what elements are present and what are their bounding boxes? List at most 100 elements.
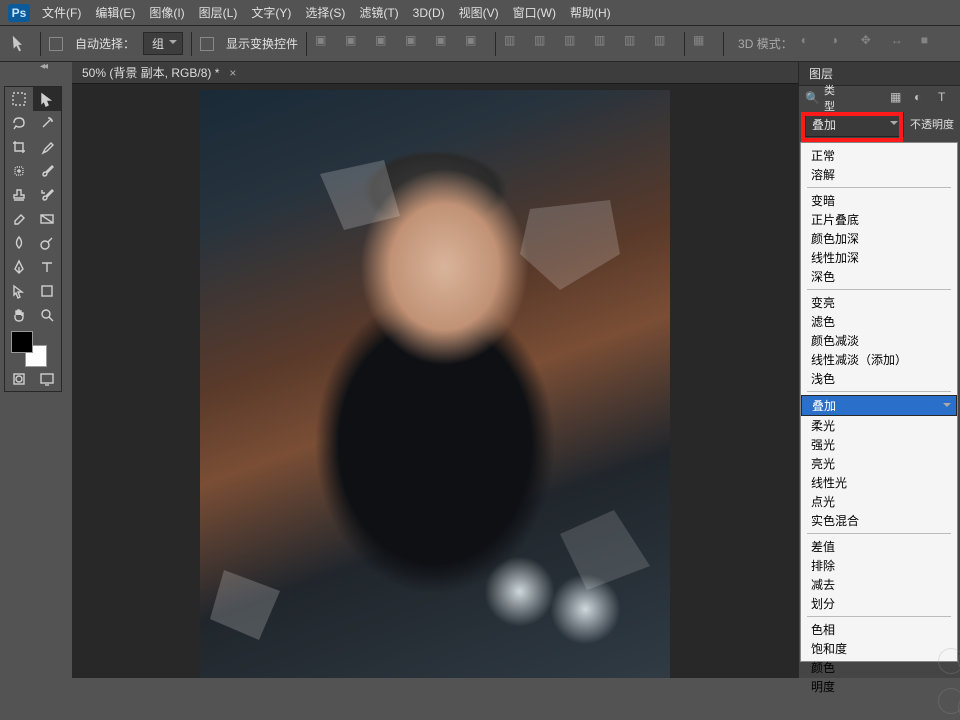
3d-orbit-icon[interactable]: ◐ [801, 33, 823, 55]
tool-marquee[interactable] [5, 87, 33, 111]
blend-option[interactable]: 变暗 [801, 191, 957, 210]
menu-text[interactable]: 文字(Y) [251, 4, 291, 21]
tool-history-brush[interactable] [33, 183, 61, 207]
blend-option[interactable]: 排除 [801, 556, 957, 575]
auto-select-dropdown[interactable]: 组 [143, 32, 183, 55]
blend-option[interactable]: 颜色 [801, 658, 957, 677]
tool-stamp[interactable] [5, 183, 33, 207]
menu-window[interactable]: 窗口(W) [513, 4, 556, 21]
blend-option[interactable]: 划分 [801, 594, 957, 613]
blend-option[interactable]: 明度 [801, 677, 957, 696]
document-tab[interactable]: 50% (背景 副本, RGB/8) * [82, 64, 219, 81]
blend-option[interactable]: 亮光 [801, 454, 957, 473]
3d-slide-icon[interactable]: ↔ [891, 33, 913, 55]
blend-option[interactable]: 浅色 [801, 369, 957, 388]
tool-pen[interactable] [5, 255, 33, 279]
tool-dodge[interactable] [33, 231, 61, 255]
blend-mode-dropdown[interactable]: 叠加 [805, 112, 904, 137]
tool-blur[interactable] [5, 231, 33, 255]
align-middle-icon[interactable]: ▣ [345, 33, 367, 55]
blend-option[interactable]: 点光 [801, 492, 957, 511]
opacity-label: 不透明度 [910, 116, 954, 132]
tool-type[interactable] [33, 255, 61, 279]
align-top-icon[interactable]: ▣ [315, 33, 337, 55]
blend-option[interactable]: 正片叠底 [801, 210, 957, 229]
tool-lasso[interactable] [5, 111, 33, 135]
tool-zoom[interactable] [33, 303, 61, 327]
blend-option[interactable]: 实色混合 [801, 511, 957, 530]
tool-move[interactable] [33, 87, 61, 111]
3d-pan-icon[interactable]: ✥ [861, 33, 883, 55]
filter-type-icon[interactable]: T [938, 90, 954, 106]
tool-shape[interactable] [33, 279, 61, 303]
align-bottom-icon[interactable]: ▣ [375, 33, 397, 55]
distribute-2-icon[interactable]: ▥ [534, 33, 556, 55]
align-right-icon[interactable]: ▣ [465, 33, 487, 55]
distribute-4-icon[interactable]: ▥ [594, 33, 616, 55]
menu-file[interactable]: 文件(F) [42, 4, 81, 21]
menu-edit[interactable]: 编辑(E) [95, 4, 135, 21]
menu-3d[interactable]: 3D(D) [413, 6, 445, 20]
blend-option[interactable]: 颜色加深 [801, 229, 957, 248]
menu-help[interactable]: 帮助(H) [570, 4, 611, 21]
blend-option[interactable]: 叠加 [801, 395, 957, 416]
auto-select-checkbox[interactable] [49, 37, 63, 51]
tool-gradient[interactable] [33, 207, 61, 231]
auto-select-label: 自动选择： [75, 35, 135, 52]
align-center-icon[interactable]: ▣ [435, 33, 457, 55]
canvas-viewport[interactable] [72, 84, 798, 678]
show-transform-checkbox[interactable] [200, 37, 214, 51]
blend-mode-list[interactable]: 正常溶解变暗正片叠底颜色加深线性加深深色变亮滤色颜色减淡线性减淡（添加）浅色叠加… [800, 142, 958, 662]
blend-option[interactable]: 线性光 [801, 473, 957, 492]
blend-option[interactable]: 线性减淡（添加） [801, 350, 957, 369]
tool-eyedropper[interactable] [33, 135, 61, 159]
blend-option[interactable]: 减去 [801, 575, 957, 594]
blend-option[interactable]: 溶解 [801, 165, 957, 184]
close-tab-icon[interactable]: × [229, 66, 236, 80]
show-transform-label: 显示变换控件 [226, 35, 298, 52]
3d-zoom-icon[interactable]: ■ [921, 33, 943, 55]
align-left-icon[interactable]: ▣ [405, 33, 427, 55]
blend-option[interactable]: 差值 [801, 537, 957, 556]
collapse-arrows-icon[interactable]: ◂◂ [40, 61, 46, 72]
blend-option[interactable]: 线性加深 [801, 248, 957, 267]
separator [684, 32, 685, 56]
blend-option[interactable]: 正常 [801, 146, 957, 165]
blend-option[interactable]: 柔光 [801, 416, 957, 435]
distribute-1-icon[interactable]: ▥ [504, 33, 526, 55]
foreground-color-swatch[interactable] [11, 331, 33, 353]
tool-screen-mode[interactable] [33, 367, 61, 391]
auto-align-icon[interactable]: ▦ [693, 33, 715, 55]
tool-quick-mask[interactable] [5, 367, 33, 391]
blend-option[interactable]: 颜色减淡 [801, 331, 957, 350]
tool-eraser[interactable] [5, 207, 33, 231]
blend-option[interactable]: 变亮 [801, 293, 957, 312]
blend-option[interactable]: 饱和度 [801, 639, 957, 658]
distribute-3-icon[interactable]: ▥ [564, 33, 586, 55]
blend-option[interactable]: 强光 [801, 435, 957, 454]
distribute-5-icon[interactable]: ▥ [624, 33, 646, 55]
menu-layer[interactable]: 图层(L) [199, 4, 238, 21]
options-bar: 自动选择： 组 显示变换控件 ▣ ▣ ▣ ▣ ▣ ▣ ▥ ▥ ▥ ▥ ▥ ▥ ▦… [0, 26, 960, 62]
menu-view[interactable]: 视图(V) [459, 4, 499, 21]
filter-adjust-icon[interactable]: ◐ [914, 90, 930, 106]
3d-roll-icon[interactable]: ◑ [831, 33, 853, 55]
tool-path-select[interactable] [5, 279, 33, 303]
tool-healing[interactable] [5, 159, 33, 183]
distribute-6-icon[interactable]: ▥ [654, 33, 676, 55]
filter-pixel-icon[interactable]: ▦ [890, 90, 906, 106]
menu-select[interactable]: 选择(S) [305, 4, 345, 21]
document-tab-bar: 50% (背景 副本, RGB/8) * × [72, 62, 798, 84]
tool-crop[interactable] [5, 135, 33, 159]
tool-hand[interactable] [5, 303, 33, 327]
layer-filter-type[interactable]: 类型 [824, 82, 835, 114]
color-swatches[interactable] [5, 327, 61, 367]
separator [191, 32, 192, 56]
blend-option[interactable]: 滤色 [801, 312, 957, 331]
menu-filter[interactable]: 滤镜(T) [359, 4, 398, 21]
blend-option[interactable]: 色相 [801, 620, 957, 639]
blend-option[interactable]: 深色 [801, 267, 957, 286]
tool-brush[interactable] [33, 159, 61, 183]
menu-image[interactable]: 图像(I) [149, 4, 184, 21]
tool-magic-wand[interactable] [33, 111, 61, 135]
